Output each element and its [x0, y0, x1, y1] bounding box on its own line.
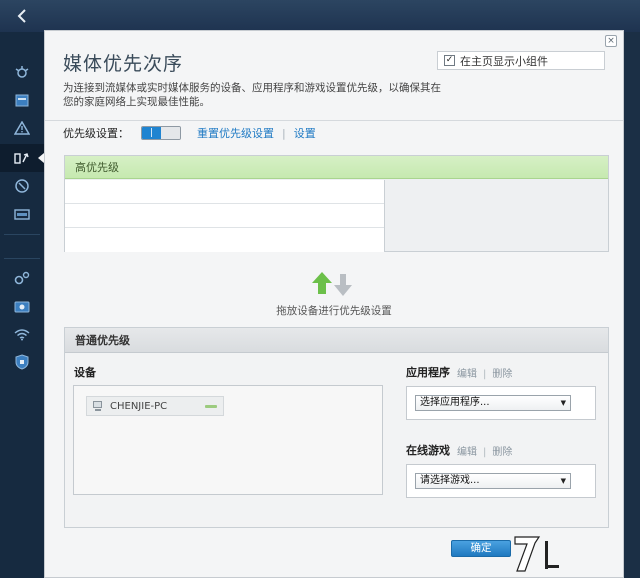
close-icon[interactable]: × [605, 35, 617, 47]
divider [45, 120, 623, 121]
watermark-logo [514, 536, 559, 572]
wifi-icon[interactable] [0, 320, 44, 348]
drag-arrows [311, 271, 355, 297]
high-priority-list[interactable] [65, 180, 385, 252]
storage-icon[interactable] [0, 200, 44, 228]
normal-priority-header: 普通优先级 [65, 328, 608, 353]
settings-icon[interactable] [0, 264, 44, 292]
sidebar-divider [4, 258, 40, 259]
show-widget-label: 在主页显示小组件 [460, 54, 548, 68]
link-separator: | [282, 126, 286, 140]
checkbox-checked-icon[interactable]: ✓ [444, 55, 455, 66]
games-select-value: 请选择游戏... [420, 475, 480, 486]
media-priority-icon[interactable] [0, 144, 44, 172]
arrow-down-icon [334, 274, 352, 296]
high-priority-header: 高优先级 [65, 156, 608, 179]
show-widget-checkbox[interactable]: ✓ 在主页显示小组件 [437, 51, 605, 70]
games-actions-separator: | [483, 447, 487, 458]
devices-label: 设备 [74, 366, 96, 379]
security-icon[interactable] [0, 348, 44, 376]
games-edit-link[interactable]: 编辑 [457, 447, 477, 458]
toggle-off-segment [161, 127, 180, 139]
arrow-up-icon [312, 272, 332, 294]
ok-button[interactable]: 确定 [451, 540, 511, 557]
games-select-container: 请选择游戏... ▼ [406, 464, 596, 498]
speedtest-icon[interactable] [0, 172, 44, 200]
apps-select-container: 选择应用程序... ▼ [406, 386, 596, 420]
chevron-down-icon: ▼ [560, 477, 566, 485]
router-icon[interactable] [0, 58, 44, 86]
priority-settings-label: 优先级设置： [63, 127, 129, 140]
dialog-description: 为连接到流媒体或实时媒体服务的设备、应用程序和游戏设置优先级，以确保其在您的家庭… [63, 82, 441, 108]
device-item[interactable]: CHENJIE-PC [86, 396, 224, 416]
high-priority-slot[interactable] [65, 228, 384, 252]
high-priority-slot[interactable] [65, 180, 384, 204]
priority-toggle[interactable]: | [141, 126, 181, 140]
apps-label: 应用程序 [406, 366, 450, 379]
games-select[interactable]: 请选择游戏... ▼ [415, 473, 571, 489]
camera-icon[interactable] [0, 292, 44, 320]
warning-icon[interactable] [0, 114, 44, 142]
games-actions: 编辑 | 删除 [457, 443, 512, 458]
apps-actions-separator: | [483, 369, 487, 380]
reset-priority-link[interactable]: 重置优先级设置 [197, 125, 274, 141]
priority-settings-row: 优先级设置： | 重置优先级设置 | 设置 [63, 125, 316, 141]
device-name: CHENJIE-PC [110, 400, 168, 412]
chevron-down-icon: ▼ [560, 399, 566, 407]
high-priority-slot[interactable] [65, 204, 384, 228]
device-list[interactable]: CHENJIE-PC [73, 385, 383, 495]
computer-icon [93, 401, 102, 411]
drag-hint: 拖放设备进行优先级设置 [276, 305, 392, 317]
drag-handle[interactable] [205, 405, 217, 408]
settings-link[interactable]: 设置 [294, 125, 316, 141]
normal-priority-panel: 普通优先级 设备 CHENJIE-PC 应用程序 编辑 | 删除 选择应用程序...… [64, 327, 609, 528]
apps-select-value: 选择应用程序... [420, 397, 490, 408]
apps-actions: 编辑 | 删除 [457, 365, 512, 380]
app-header [0, 0, 640, 32]
apps-delete-link[interactable]: 删除 [492, 369, 512, 380]
toggle-on-segment: | [142, 127, 161, 139]
apps-edit-link[interactable]: 编辑 [457, 369, 477, 380]
sidebar-divider [4, 234, 40, 235]
calendar-icon[interactable] [0, 86, 44, 114]
media-priority-dialog: × 媒体优先次序 ✓ 在主页显示小组件 为连接到流媒体或实时媒体服务的设备、应用… [44, 30, 624, 578]
back-button[interactable] [10, 4, 34, 28]
sidebar [0, 32, 44, 578]
games-label: 在线游戏 [406, 444, 450, 457]
dialog-title: 媒体优先次序 [63, 53, 184, 75]
chevron-left-icon [17, 9, 26, 23]
games-delete-link[interactable]: 删除 [492, 447, 512, 458]
apps-select[interactable]: 选择应用程序... ▼ [415, 395, 571, 411]
high-priority-panel[interactable]: 高优先级 [64, 155, 609, 252]
